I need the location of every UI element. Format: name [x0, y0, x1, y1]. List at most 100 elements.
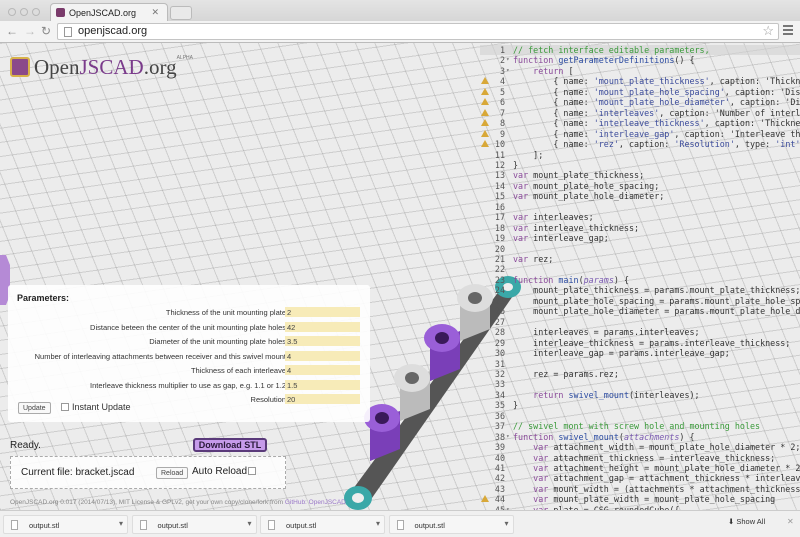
line-number: 8 [499, 118, 505, 129]
menu-icon[interactable] [783, 25, 793, 35]
parameter-input[interactable]: 4 [285, 365, 360, 375]
code-line[interactable]: 8 { name: 'interleave_thickness', captio… [480, 118, 800, 128]
show-all-downloads-button[interactable]: ⬇ Show All [728, 517, 765, 526]
auto-reload-checkbox[interactable]: Auto Reload [192, 466, 257, 477]
parameter-input[interactable]: 1.5 [285, 379, 360, 390]
code-line[interactable]: 33 [480, 379, 800, 389]
window-close-button[interactable] [8, 8, 16, 16]
parameter-input[interactable]: 20 [285, 394, 360, 404]
tab-close-icon[interactable]: ✕ [151, 7, 159, 18]
code-line[interactable]: 7 { name: 'interleaves', caption: 'Numbe… [480, 108, 800, 118]
code-line[interactable]: 38 ▾ function swivel_mount(attachments) { [480, 432, 800, 442]
code-line[interactable]: 10 { name: 'rez', caption: 'Resolution',… [480, 139, 800, 149]
code-line[interactable]: 35} [480, 400, 800, 410]
instant-update-checkbox[interactable]: Instant Update [61, 402, 131, 412]
code-line[interactable]: 41 var attachment_height = mount_plate_h… [480, 463, 800, 473]
code-line[interactable]: 42 var attachment_gap = attachment_thick… [480, 473, 800, 483]
update-button[interactable]: Update [18, 402, 51, 414]
code-line[interactable]: 17 var interleaves; [480, 212, 800, 222]
parameter-input[interactable]: 2 [285, 307, 360, 317]
window-zoom-button[interactable] [32, 8, 40, 16]
download-stl-button[interactable]: Download STL [193, 438, 267, 452]
code-line[interactable]: 1 // fetch interface editable parameters, [480, 45, 800, 56]
parameters-title: Parameters: [17, 293, 70, 303]
parameters-panel: Parameters: Thickness of the unit mounti… [8, 285, 370, 422]
checkbox-icon[interactable] [248, 467, 257, 475]
download-item[interactable]: output.stl ▾ [3, 515, 128, 534]
code-line[interactable]: 19 var interleave_gap; [480, 233, 800, 243]
new-tab-button[interactable] [170, 6, 192, 20]
code-line[interactable]: 16 [480, 202, 800, 212]
code-line[interactable]: 37 // swivel mont with screw hole and mou… [480, 421, 800, 431]
code-line[interactable]: 36 [480, 411, 800, 421]
code-line[interactable]: 21 var rez; [480, 254, 800, 264]
reload-button[interactable]: Reload [156, 467, 189, 479]
code-line[interactable]: 12} [480, 160, 800, 170]
code-text: var mount_width = (attachments * attachm… [533, 483, 800, 494]
code-line[interactable]: 6 { name: 'mount_plate_hole_diameter', c… [480, 97, 800, 107]
code-line[interactable]: 4 { name: 'mount_plate_thickness', capti… [480, 76, 800, 86]
fold-arrow-icon[interactable]: ▾ [506, 55, 510, 65]
url-input[interactable]: openjscad.org [57, 23, 779, 40]
code-text: interleave_gap = params.interleave_gap; [513, 348, 730, 359]
code-line[interactable]: 30 interleave_gap = params.interleave_ga… [480, 348, 800, 358]
close-downloads-bar-icon[interactable]: ✕ [787, 517, 794, 526]
parameter-input[interactable]: 4 [285, 350, 360, 361]
code-line[interactable]: 5 { name: 'mount_plate_hole_spacing', ca… [480, 87, 800, 97]
bookmark-star-icon[interactable]: ☆ [762, 23, 774, 39]
download-item[interactable]: output.stl ▾ [388, 515, 514, 534]
browser-tab[interactable]: OpenJSCAD.org ✕ [50, 3, 168, 21]
logo-badge: ALPHA [176, 55, 193, 61]
forward-icon[interactable]: → [24, 24, 36, 38]
checkbox-icon[interactable] [61, 403, 69, 411]
code-line[interactable]: 29 interleave_thickness = params.interle… [480, 338, 800, 348]
code-line[interactable]: 15 var mount_plate_hole_diameter; [480, 191, 800, 201]
code-line[interactable]: 9 { name: 'interleave_gap', caption: 'In… [480, 129, 800, 139]
code-line[interactable]: 39 var attachment_width = mount_plate_ho… [480, 442, 800, 452]
line-number: 13 [494, 170, 505, 181]
download-menu-arrow-icon[interactable]: ▾ [119, 519, 123, 528]
code-line[interactable]: 25 mount_plate_hole_spacing = params.mou… [480, 296, 800, 306]
parameter-input[interactable]: 3.5 [285, 336, 360, 346]
fold-arrow-icon[interactable]: ▾ [506, 66, 510, 76]
back-icon[interactable]: ← [6, 24, 18, 38]
code-text: } [513, 159, 519, 170]
openjscad-logo[interactable]: OpenJSCAD.orgALPHA [10, 55, 193, 80]
code-line[interactable]: 28 interleaves = params.interleaves; [480, 327, 800, 337]
code-line[interactable]: 44 var mount_plate_width = mount_plate_h… [480, 494, 800, 504]
download-menu-arrow-icon[interactable]: ▾ [247, 519, 251, 528]
code-line[interactable]: 24 mount_plate_thickness = params.mount_… [480, 285, 800, 295]
github-link[interactable]: GitHub: OpenJSCAD [285, 499, 346, 506]
code-line[interactable]: 40 var attachment_thickness = interleave… [480, 453, 800, 463]
file-drop-zone[interactable]: Current file: bracket.jscad Reload Auto … [10, 456, 286, 489]
code-line[interactable]: 14 var mount_plate_hole_spacing; [480, 181, 800, 191]
code-line[interactable]: 22 [480, 264, 800, 274]
reload-icon[interactable]: ↻ [41, 24, 51, 38]
line-number: 42 [494, 473, 505, 484]
code-line[interactable]: 27 [480, 317, 800, 327]
code-line[interactable]: 13 var mount_plate_thickness; [480, 170, 800, 180]
code-text: var attachment_gap = attachment_thicknes… [533, 473, 800, 484]
fold-arrow-icon[interactable]: ▾ [506, 432, 510, 442]
3d-viewport[interactable]: OpenJSCAD.orgALPHA Parameters: Thickness… [0, 43, 800, 510]
code-line[interactable]: 43 var mount_width = (attachments * atta… [480, 484, 800, 494]
code-line[interactable]: 3 ▾ return [ [480, 66, 800, 76]
code-line[interactable]: 11 ]; [480, 150, 800, 160]
download-menu-arrow-icon[interactable]: ▾ [504, 519, 508, 528]
line-number: 3 [499, 65, 505, 76]
download-menu-arrow-icon[interactable]: ▾ [376, 519, 380, 528]
code-line[interactable]: 2 ▾ function getParameterDefinitions() { [480, 55, 800, 65]
code-line[interactable]: 18 var interleave_thickness; [480, 223, 800, 233]
code-line[interactable]: 31 [480, 359, 800, 369]
code-editor[interactable]: 1 // fetch interface editable parameters,… [480, 43, 800, 510]
code-line[interactable]: 20 [480, 244, 800, 254]
code-text: function main(params) { [513, 274, 630, 285]
parameter-input[interactable]: 42 [285, 321, 360, 332]
code-line[interactable]: 32 rez = params.rez; [480, 369, 800, 379]
window-minimize-button[interactable] [20, 8, 28, 16]
code-line[interactable]: 34 return swivel_mount(interleaves); [480, 390, 800, 400]
code-line[interactable]: 23 function main(params) { [480, 275, 800, 285]
download-item[interactable]: output.stl ▾ [131, 515, 257, 534]
code-line[interactable]: 26 mount_plate_hole_diameter = params.mo… [480, 306, 800, 316]
download-item[interactable]: output.stl ▾ [260, 515, 385, 534]
